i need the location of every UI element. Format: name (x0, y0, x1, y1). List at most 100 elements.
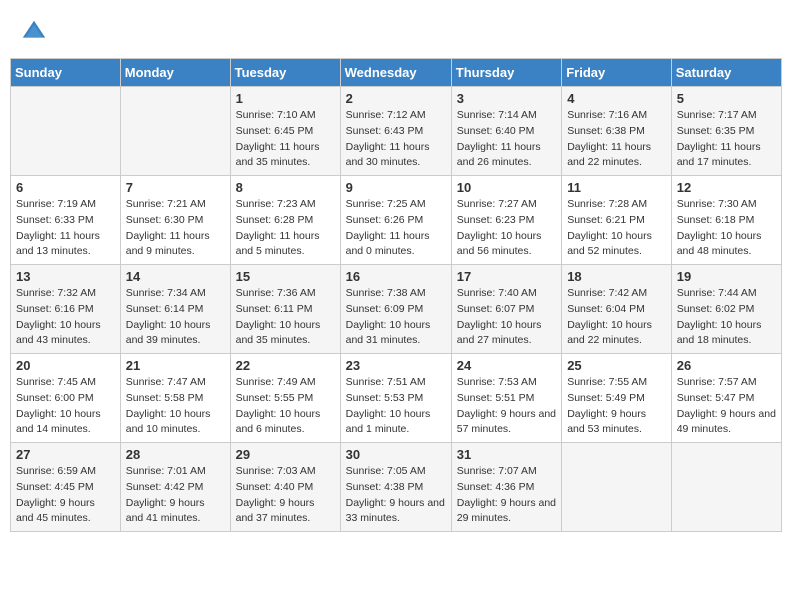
day-number: 31 (457, 447, 556, 462)
calendar-header-saturday: Saturday (671, 59, 781, 87)
day-number: 28 (126, 447, 225, 462)
calendar-table: SundayMondayTuesdayWednesdayThursdayFrid… (10, 58, 782, 532)
calendar-cell: 25 Sunrise: 7:55 AM Sunset: 5:49 PM Dayl… (562, 354, 672, 443)
day-info: Sunrise: 7:05 AM Sunset: 4:38 PM Dayligh… (346, 464, 446, 527)
day-info: Sunrise: 7:57 AM Sunset: 5:47 PM Dayligh… (677, 375, 776, 438)
day-number: 18 (567, 269, 666, 284)
day-number: 19 (677, 269, 776, 284)
logo (20, 18, 52, 46)
calendar-cell: 22 Sunrise: 7:49 AM Sunset: 5:55 PM Dayl… (230, 354, 340, 443)
day-info: Sunrise: 7:30 AM Sunset: 6:18 PM Dayligh… (677, 197, 776, 260)
day-number: 16 (346, 269, 446, 284)
day-info: Sunrise: 7:23 AM Sunset: 6:28 PM Dayligh… (236, 197, 335, 260)
day-number: 23 (346, 358, 446, 373)
day-number: 29 (236, 447, 335, 462)
day-info: Sunrise: 7:32 AM Sunset: 6:16 PM Dayligh… (16, 286, 115, 349)
calendar-cell: 29 Sunrise: 7:03 AM Sunset: 4:40 PM Dayl… (230, 443, 340, 532)
day-info: Sunrise: 7:28 AM Sunset: 6:21 PM Dayligh… (567, 197, 666, 260)
day-info: Sunrise: 7:19 AM Sunset: 6:33 PM Dayligh… (16, 197, 115, 260)
day-number: 27 (16, 447, 115, 462)
calendar-cell: 3 Sunrise: 7:14 AM Sunset: 6:40 PM Dayli… (451, 87, 561, 176)
calendar-header-thursday: Thursday (451, 59, 561, 87)
calendar-cell: 27 Sunrise: 6:59 AM Sunset: 4:45 PM Dayl… (11, 443, 121, 532)
day-number: 24 (457, 358, 556, 373)
day-number: 4 (567, 91, 666, 106)
day-number: 8 (236, 180, 335, 195)
calendar-cell: 16 Sunrise: 7:38 AM Sunset: 6:09 PM Dayl… (340, 265, 451, 354)
calendar-week-row: 13 Sunrise: 7:32 AM Sunset: 6:16 PM Dayl… (11, 265, 782, 354)
day-info: Sunrise: 7:01 AM Sunset: 4:42 PM Dayligh… (126, 464, 225, 527)
calendar-week-row: 27 Sunrise: 6:59 AM Sunset: 4:45 PM Dayl… (11, 443, 782, 532)
day-info: Sunrise: 6:59 AM Sunset: 4:45 PM Dayligh… (16, 464, 115, 527)
calendar-cell (120, 87, 230, 176)
day-number: 6 (16, 180, 115, 195)
day-info: Sunrise: 7:51 AM Sunset: 5:53 PM Dayligh… (346, 375, 446, 438)
calendar-header-tuesday: Tuesday (230, 59, 340, 87)
calendar-cell: 17 Sunrise: 7:40 AM Sunset: 6:07 PM Dayl… (451, 265, 561, 354)
day-number: 15 (236, 269, 335, 284)
day-info: Sunrise: 7:03 AM Sunset: 4:40 PM Dayligh… (236, 464, 335, 527)
calendar-cell: 28 Sunrise: 7:01 AM Sunset: 4:42 PM Dayl… (120, 443, 230, 532)
calendar-cell: 11 Sunrise: 7:28 AM Sunset: 6:21 PM Dayl… (562, 176, 672, 265)
calendar-cell: 31 Sunrise: 7:07 AM Sunset: 4:36 PM Dayl… (451, 443, 561, 532)
calendar-header-row: SundayMondayTuesdayWednesdayThursdayFrid… (11, 59, 782, 87)
logo-icon (20, 18, 48, 46)
day-number: 26 (677, 358, 776, 373)
day-info: Sunrise: 7:42 AM Sunset: 6:04 PM Dayligh… (567, 286, 666, 349)
day-info: Sunrise: 7:34 AM Sunset: 6:14 PM Dayligh… (126, 286, 225, 349)
calendar-cell: 18 Sunrise: 7:42 AM Sunset: 6:04 PM Dayl… (562, 265, 672, 354)
day-info: Sunrise: 7:55 AM Sunset: 5:49 PM Dayligh… (567, 375, 666, 438)
day-info: Sunrise: 7:38 AM Sunset: 6:09 PM Dayligh… (346, 286, 446, 349)
day-info: Sunrise: 7:10 AM Sunset: 6:45 PM Dayligh… (236, 108, 335, 171)
day-number: 21 (126, 358, 225, 373)
day-info: Sunrise: 7:21 AM Sunset: 6:30 PM Dayligh… (126, 197, 225, 260)
day-info: Sunrise: 7:49 AM Sunset: 5:55 PM Dayligh… (236, 375, 335, 438)
day-number: 25 (567, 358, 666, 373)
day-number: 17 (457, 269, 556, 284)
day-info: Sunrise: 7:40 AM Sunset: 6:07 PM Dayligh… (457, 286, 556, 349)
day-number: 30 (346, 447, 446, 462)
calendar-header-sunday: Sunday (11, 59, 121, 87)
calendar-cell: 7 Sunrise: 7:21 AM Sunset: 6:30 PM Dayli… (120, 176, 230, 265)
day-number: 3 (457, 91, 556, 106)
day-number: 1 (236, 91, 335, 106)
day-info: Sunrise: 7:47 AM Sunset: 5:58 PM Dayligh… (126, 375, 225, 438)
calendar-cell (11, 87, 121, 176)
calendar-cell: 5 Sunrise: 7:17 AM Sunset: 6:35 PM Dayli… (671, 87, 781, 176)
calendar-cell: 12 Sunrise: 7:30 AM Sunset: 6:18 PM Dayl… (671, 176, 781, 265)
calendar-cell (671, 443, 781, 532)
day-info: Sunrise: 7:14 AM Sunset: 6:40 PM Dayligh… (457, 108, 556, 171)
calendar-cell: 1 Sunrise: 7:10 AM Sunset: 6:45 PM Dayli… (230, 87, 340, 176)
calendar-cell: 2 Sunrise: 7:12 AM Sunset: 6:43 PM Dayli… (340, 87, 451, 176)
day-number: 20 (16, 358, 115, 373)
day-info: Sunrise: 7:36 AM Sunset: 6:11 PM Dayligh… (236, 286, 335, 349)
day-info: Sunrise: 7:44 AM Sunset: 6:02 PM Dayligh… (677, 286, 776, 349)
calendar-cell: 10 Sunrise: 7:27 AM Sunset: 6:23 PM Dayl… (451, 176, 561, 265)
calendar-cell: 24 Sunrise: 7:53 AM Sunset: 5:51 PM Dayl… (451, 354, 561, 443)
calendar-header-friday: Friday (562, 59, 672, 87)
calendar-cell (562, 443, 672, 532)
day-info: Sunrise: 7:17 AM Sunset: 6:35 PM Dayligh… (677, 108, 776, 171)
calendar-cell: 15 Sunrise: 7:36 AM Sunset: 6:11 PM Dayl… (230, 265, 340, 354)
page-header (10, 10, 782, 50)
day-number: 7 (126, 180, 225, 195)
day-info: Sunrise: 7:07 AM Sunset: 4:36 PM Dayligh… (457, 464, 556, 527)
calendar-week-row: 6 Sunrise: 7:19 AM Sunset: 6:33 PM Dayli… (11, 176, 782, 265)
day-info: Sunrise: 7:45 AM Sunset: 6:00 PM Dayligh… (16, 375, 115, 438)
day-number: 14 (126, 269, 225, 284)
day-number: 5 (677, 91, 776, 106)
day-info: Sunrise: 7:53 AM Sunset: 5:51 PM Dayligh… (457, 375, 556, 438)
day-info: Sunrise: 7:12 AM Sunset: 6:43 PM Dayligh… (346, 108, 446, 171)
calendar-cell: 4 Sunrise: 7:16 AM Sunset: 6:38 PM Dayli… (562, 87, 672, 176)
calendar-cell: 19 Sunrise: 7:44 AM Sunset: 6:02 PM Dayl… (671, 265, 781, 354)
day-info: Sunrise: 7:16 AM Sunset: 6:38 PM Dayligh… (567, 108, 666, 171)
day-number: 2 (346, 91, 446, 106)
calendar-cell: 30 Sunrise: 7:05 AM Sunset: 4:38 PM Dayl… (340, 443, 451, 532)
calendar-cell: 23 Sunrise: 7:51 AM Sunset: 5:53 PM Dayl… (340, 354, 451, 443)
calendar-header-wednesday: Wednesday (340, 59, 451, 87)
calendar-week-row: 1 Sunrise: 7:10 AM Sunset: 6:45 PM Dayli… (11, 87, 782, 176)
day-number: 10 (457, 180, 556, 195)
calendar-cell: 8 Sunrise: 7:23 AM Sunset: 6:28 PM Dayli… (230, 176, 340, 265)
day-number: 9 (346, 180, 446, 195)
calendar-cell: 6 Sunrise: 7:19 AM Sunset: 6:33 PM Dayli… (11, 176, 121, 265)
